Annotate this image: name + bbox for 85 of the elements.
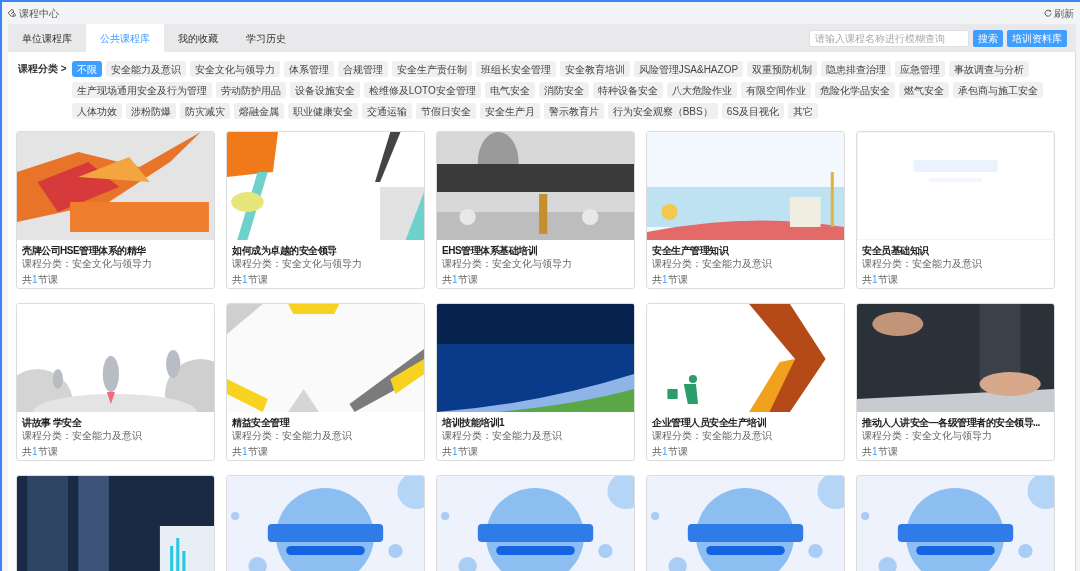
category-tag[interactable]: 电气安全 (484, 82, 535, 98)
category-tag[interactable]: 人体功效 (71, 103, 122, 119)
course-card[interactable]: 如何成为卓越的安全领导 课程分类：安全文化与领导力 共1节课 (226, 131, 425, 289)
category-tag[interactable]: 行为安全观察（BBS） (607, 103, 718, 119)
category-tag[interactable]: 涉粉防爆 (125, 103, 176, 119)
category-tag[interactable]: 安全教育培训 (559, 61, 630, 77)
lesson-count: 共1节课 (22, 274, 58, 286)
category-tag[interactable]: 特种设备安全 (592, 82, 663, 98)
link-icon (8, 9, 16, 17)
lesson-count: 共1节课 (862, 274, 898, 286)
course-category: 课程分类：安全文化与领导力 (232, 257, 363, 270)
category-tag[interactable]: 安全能力及意识 (105, 61, 186, 77)
course-card[interactable]: 壳牌公司HSE管理体系的精华 课程分类：安全文化与领导力 共1节课 (16, 131, 215, 289)
course-category: 课程分类：安全能力及意识 (652, 257, 773, 270)
course-category: 课程分类：安全文化与领导力 (862, 429, 993, 442)
category-tag[interactable]: 危险化学品安全 (814, 82, 895, 98)
category-tag[interactable]: 消防安全 (538, 82, 589, 98)
category-tag[interactable]: 劳动防护用品 (215, 82, 286, 98)
course-category: 课程分类：安全能力及意识 (862, 257, 983, 270)
course-title: EHS管理体系基础培训 (442, 245, 539, 257)
lesson-count: 共1节课 (442, 446, 478, 458)
category-tag[interactable]: 合规管理 (337, 61, 388, 77)
lesson-count: 共1节课 (232, 446, 268, 458)
lesson-count: 共1节课 (22, 446, 58, 458)
tab[interactable]: 单位课程库 (8, 24, 86, 52)
course-card[interactable]: EHS管理体系基础培训 课程分类：安全文化与领导力 共1节课 (436, 131, 635, 289)
category-label: 课程分类 > (18, 62, 67, 76)
category-tag[interactable]: 燃气安全 (898, 82, 949, 98)
category-tag[interactable]: 生产现场通用安全及行为管理 (71, 82, 212, 98)
tab[interactable]: 学习历史 (232, 24, 300, 52)
course-title: 壳牌公司HSE管理体系的精华 (22, 245, 147, 257)
course-card[interactable]: 企业管理人员安全生产培训 课程分类：安全能力及意识 共1节课 (646, 303, 845, 461)
lesson-count: 共1节课 (442, 274, 478, 286)
category-tag[interactable]: 节假日安全 (415, 103, 476, 119)
course-title: 安全员基础知识 (862, 245, 930, 257)
course-title: 精益安全管理 (232, 417, 291, 429)
course-title: 如何成为卓越的安全领导 (232, 245, 338, 257)
category-tag[interactable]: 防灾减灾 (179, 103, 230, 119)
category-tag[interactable]: 风险管理JSA&HAZOP (633, 61, 744, 77)
category-tag[interactable]: 承包商与施工安全 (952, 82, 1043, 98)
course-category: 课程分类：安全能力及意识 (232, 429, 353, 442)
lesson-count: 共1节课 (862, 446, 898, 458)
course-card[interactable]: 推动人人讲安全—各级管理者的安全领导... 课程分类：安全文化与领导力 共1节课 (856, 303, 1055, 461)
refresh-icon (1044, 9, 1052, 17)
category-tag[interactable]: 设备设施安全 (289, 82, 360, 98)
course-card[interactable]: 讲故事 学安全 课程分类：安全能力及意识 共1节课 (16, 303, 215, 461)
course-card[interactable]: 精益安全管理 课程分类：安全能力及意识 共1节课 (226, 303, 425, 461)
category-tag[interactable]: 应急管理 (895, 61, 946, 77)
category-tag[interactable]: 安全文化与领导力 (189, 61, 280, 77)
course-title: 企业管理人员安全生产培训 (652, 417, 767, 429)
course-card[interactable]: 培训技能培训1 课程分类：安全能力及意识 共1节课 (436, 303, 635, 461)
category-tag[interactable]: 警示教育片 (543, 103, 604, 119)
category-tag[interactable]: 事故调查与分析 (949, 61, 1030, 77)
category-tag[interactable]: 双重预防机制 (747, 61, 818, 77)
category-tag[interactable]: 职业健康安全 (287, 103, 358, 119)
category-tag[interactable]: 隐患排查治理 (821, 61, 892, 77)
window-title: 课程中心 (19, 6, 59, 21)
category-tag[interactable]: 交通运输 (361, 103, 412, 119)
category-tag[interactable]: 检维修及LOTO安全管理 (363, 82, 481, 98)
category-tag[interactable]: 其它 (787, 103, 818, 119)
lesson-count: 共1节课 (652, 446, 688, 458)
category-tag[interactable]: 班组长安全管理 (475, 61, 556, 77)
category-tag[interactable]: 安全生产责任制 (391, 61, 472, 77)
lesson-count: 共1节课 (652, 274, 688, 286)
category-tag[interactable]: 6S及目视化 (721, 103, 784, 119)
category-tag[interactable]: 八大危险作业 (666, 82, 737, 98)
course-category: 课程分类：安全能力及意识 (442, 429, 563, 442)
course-title: 推动人人讲安全—各级管理者的安全领导... (862, 417, 1041, 429)
search-field[interactable]: 请输入课程名称进行模糊查询 (809, 29, 969, 47)
course-category: 课程分类：安全文化与领导力 (22, 257, 153, 270)
course-category: 课程分类：安全文化与领导力 (442, 257, 573, 270)
course-title: 讲故事 学安全 (22, 417, 83, 429)
course-card[interactable]: 安全生产管理知识 课程分类：安全能力及意识 共1节课 (646, 131, 845, 289)
course-title: 培训技能培训1 (442, 417, 506, 429)
course-card[interactable]: 安全员基础知识 课程分类：安全能力及意识 共1节课 (856, 131, 1055, 289)
course-category: 课程分类：安全能力及意识 (22, 429, 143, 442)
course-title: 安全生产管理知识 (652, 245, 730, 257)
category-tag[interactable]: 体系管理 (283, 61, 334, 77)
refresh-button[interactable]: 刷新 (1044, 5, 1074, 21)
category-tag[interactable]: 熔融金属 (233, 103, 284, 119)
category-tag[interactable]: 安全生产月 (479, 103, 540, 119)
category-tag[interactable]: 有限空间作业 (740, 82, 811, 98)
lesson-count: 共1节课 (232, 274, 268, 286)
course-category: 课程分类：安全能力及意识 (652, 429, 773, 442)
tab[interactable]: 我的收藏 (164, 24, 232, 52)
